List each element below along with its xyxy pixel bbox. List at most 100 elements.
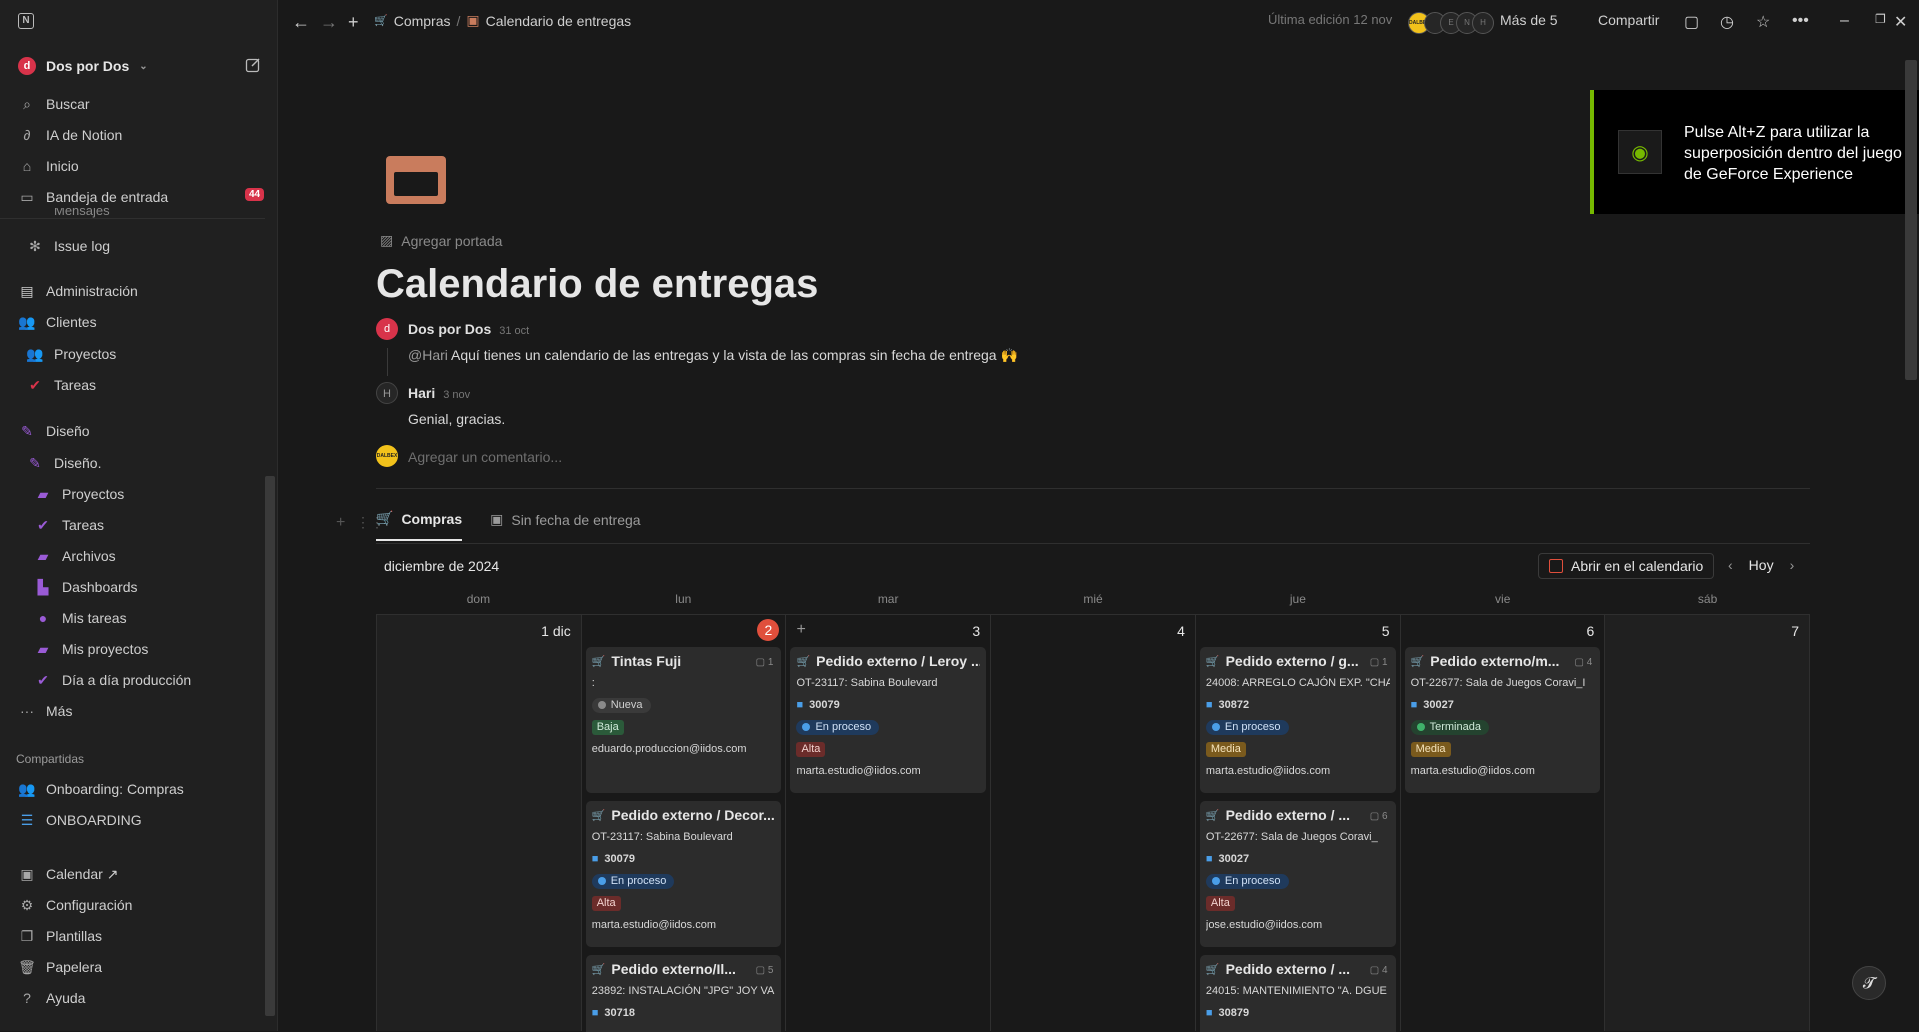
card-email: marta.estudio@iidos.com — [1205, 765, 1331, 777]
card-number: 30879 — [1218, 1007, 1250, 1019]
calendar-navigation: ‹ Hoy › — [1728, 557, 1794, 573]
today-button[interactable]: Hoy — [1749, 557, 1774, 573]
sidebar-item-tareas[interactable]: ✔ Tareas — [26, 373, 96, 397]
add-cover-button[interactable]: ▨ Agregar portada — [380, 232, 502, 249]
day-cell[interactable]: 6 🛒 Pedido externo/m... ▢ 4 OT-22677: Sal… — [1400, 615, 1606, 1031]
weekday-header: dom lun mar mié jue vie sáb — [376, 592, 1810, 606]
sidebar-item-home[interactable]: ⌂ Inicio — [18, 154, 79, 178]
calendar-card[interactable]: 🛒 Pedido externo/m... ▢ 4 OT-22677: Sala … — [1404, 647, 1601, 793]
sidebar-item-mis-proyectos[interactable]: ▰ Mis proyectos — [34, 637, 149, 661]
calendar-card[interactable]: 🛒 Pedido externo / Decor... OT-23117: Sab… — [585, 801, 782, 947]
breadcrumb-calendario[interactable]: Calendario de entregas — [486, 13, 632, 29]
maximize-icon[interactable]: ❐ — [1875, 12, 1886, 26]
comment-count: ▢ 4 — [1369, 965, 1388, 976]
priority-badge: Media — [1410, 742, 1451, 757]
status-badge: En proceso — [1205, 720, 1289, 735]
sidebar-item-search[interactable]: ⌕ Buscar — [18, 92, 90, 116]
sidebar-scrollbar[interactable] — [265, 476, 275, 1016]
sidebar-item-inbox[interactable]: ▭ Bandeja de entrada — [18, 185, 168, 209]
sidebar-item-clientes[interactable]: 👥 Clientes — [18, 310, 96, 334]
sidebar-item-notion-ai[interactable]: ∂ IA de Notion — [18, 123, 123, 147]
mention[interactable]: @Hari — [408, 347, 448, 363]
day-number: 1 dic — [541, 623, 571, 639]
history-icon[interactable]: ◷ — [1720, 12, 1734, 32]
weekday: lun — [675, 592, 692, 606]
cart-icon: 🛒 — [1205, 963, 1220, 976]
calendar-card[interactable]: 🛒 Pedido externo / Leroy ... OT-23117: Sa… — [790, 647, 987, 793]
calendar-card[interactable]: 🛒 Pedido externo / ... ▢ 4 24015: MANTENI… — [1199, 955, 1396, 1032]
sidebar-item-onboarding-compras[interactable]: 👥 Onboarding: Compras — [18, 777, 183, 801]
day-cell[interactable]: 7 — [1605, 615, 1811, 1031]
add-block-icon[interactable]: + — [336, 514, 345, 532]
comment-input[interactable]: Agregar un comentario... — [408, 449, 562, 465]
calendar-month: diciembre de 2024 — [384, 558, 500, 574]
ai-help-button[interactable]: 𝓣 — [1852, 966, 1886, 1000]
sidebar-item-mis-tareas[interactable]: ● Mis tareas — [34, 606, 127, 630]
page-title[interactable]: Calendario de entregas — [376, 262, 818, 307]
chevron-left-icon[interactable]: ‹ — [1728, 557, 1733, 573]
add-event-icon[interactable]: + — [796, 621, 805, 639]
forward-icon[interactable]: → — [320, 12, 338, 33]
weekday: dom — [466, 592, 491, 606]
sidebar-item-plantillas[interactable]: ❐ Plantillas — [18, 924, 102, 948]
share-button[interactable]: Compartir — [1598, 12, 1659, 28]
tab-compras[interactable]: 🛒 Compras — [376, 510, 463, 541]
day-cell[interactable]: 5 🛒 Pedido externo / g... ▢ 1 24008: ARRE… — [1195, 615, 1401, 1032]
card-title: Pedido externo / g... — [1225, 653, 1359, 669]
calendar-card[interactable]: 🛒 Pedido externo / ... ▢ 6 OT-22677: Sala… — [1199, 801, 1396, 947]
comment-icon[interactable]: ▢ — [1684, 12, 1699, 32]
sidebar-item-administracion[interactable]: ▤ Administración — [18, 279, 137, 303]
open-in-calendar-button[interactable]: Abrir en el calendario — [1538, 553, 1715, 579]
sidebar-item-mas[interactable]: ··· Más — [18, 699, 72, 723]
calendar-card[interactable]: 🛒 Pedido externo / g... ▢ 1 24008: ARREGL… — [1199, 647, 1396, 793]
priority-badge: Baja — [591, 720, 624, 735]
sidebar-item-proyectos[interactable]: 👥 Proyectos — [26, 342, 116, 366]
folder-icon: ■ — [1205, 853, 1213, 865]
sidebar-item-papelera[interactable]: 🗑 Papelera — [18, 955, 102, 979]
comment-author: Hari 3 nov — [408, 385, 471, 401]
day-cell[interactable]: 2 🛒 Tintas Fuji ▢ 1 : Nueva Baja eduardo.… — [581, 615, 787, 1032]
minimize-icon[interactable]: – — [1840, 12, 1849, 30]
stack-icon: ▰ — [37, 547, 49, 564]
tab-sin-fecha[interactable]: ▣ Sin fecha de entrega — [490, 510, 640, 541]
divider — [376, 543, 1810, 544]
card-number: 30027 — [1423, 699, 1454, 711]
star-icon[interactable]: ☆ — [1756, 12, 1770, 32]
last-edited[interactable]: Última edición 12 nov — [1268, 12, 1392, 27]
more-icon[interactable]: ••• — [1792, 12, 1809, 30]
page-scrollbar[interactable] — [1905, 60, 1917, 380]
sidebar-item-configuracion[interactable]: ⚙ Configuración — [18, 893, 133, 917]
sidebar-item-issue-log[interactable]: ✻ Issue log — [26, 234, 110, 258]
sidebar-item-calendar[interactable]: ▣ Calendar ↗ — [18, 862, 118, 886]
thread-line — [387, 348, 388, 376]
day-cell[interactable]: 4 — [991, 615, 1196, 1031]
notion-logo-icon[interactable]: N — [18, 13, 34, 29]
gear-icon: ⚙ — [20, 896, 34, 913]
sidebar-item-onboarding[interactable]: ☰ ONBOARDING — [18, 808, 142, 832]
sidebar-item-archivos[interactable]: ▰ Archivos — [34, 544, 116, 568]
avatar-group[interactable]: DALBEX E N H — [1408, 12, 1494, 34]
day-cell[interactable]: + 3 🛒 Pedido externo / Leroy ... OT-23117… — [786, 615, 992, 1031]
sidebar-item-dashboards[interactable]: ▙ Dashboards — [34, 575, 138, 599]
card-title: Pedido externo / ... — [1225, 961, 1351, 977]
sidebar-item-dia-a-dia[interactable]: ✔ Día a día producción — [34, 668, 191, 692]
breadcrumb-compras[interactable]: Compras — [394, 13, 451, 29]
new-page-icon[interactable] — [245, 57, 261, 73]
plus-icon[interactable]: + — [348, 12, 359, 33]
chevron-right-icon[interactable]: › — [1790, 557, 1795, 573]
card-title: Tintas Fuji — [611, 653, 682, 669]
calendar-card[interactable]: 🛒 Pedido externo/Il... ▢ 5 23892: INSTALA… — [585, 955, 782, 1032]
sidebar-item-proyectos-diseno[interactable]: ▰ Proyectos — [34, 482, 125, 506]
sidebar-item-diseno-sub[interactable]: ✎ Diseño. — [26, 451, 101, 475]
ai-icon: ∂ — [23, 127, 31, 143]
sidebar-item-diseno[interactable]: ✎ Diseño — [18, 419, 89, 443]
calendar-card[interactable]: 🛒 Tintas Fuji ▢ 1 : Nueva Baja eduardo.pr… — [585, 647, 782, 793]
more-collaborators[interactable]: Más de 5 — [1500, 12, 1558, 28]
page-icon-calendar[interactable] — [386, 148, 446, 204]
close-icon[interactable]: ✕ — [1894, 12, 1907, 32]
back-icon[interactable]: ← — [292, 12, 310, 33]
workspace-switcher[interactable]: d Dos por Dos ⌄ — [18, 57, 148, 75]
day-cell[interactable]: 1 dic — [376, 615, 582, 1031]
sidebar-item-tareas-diseno[interactable]: ✔ Tareas — [34, 513, 104, 537]
sidebar-item-ayuda[interactable]: ? Ayuda — [18, 986, 85, 1010]
